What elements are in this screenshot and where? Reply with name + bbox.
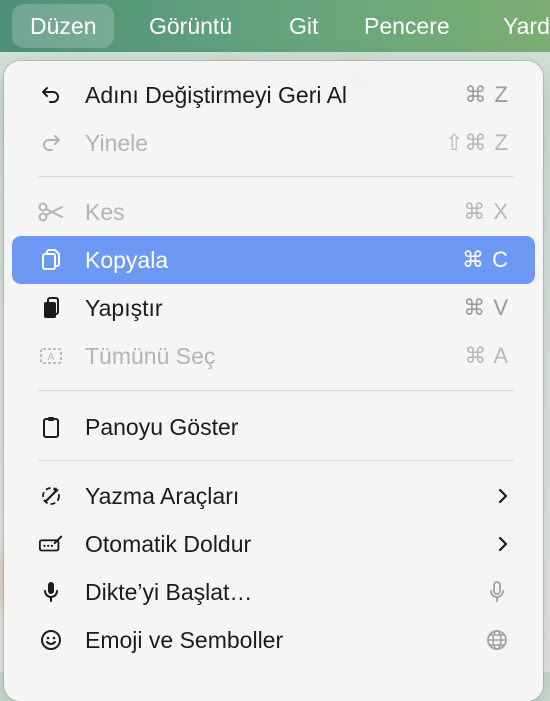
microphone-icon xyxy=(485,580,509,604)
menu-item-emoji-symbols[interactable]: Emoji ve Semboller xyxy=(12,616,535,664)
menu-item-label: Dikte’yi Başlat… xyxy=(85,579,253,605)
menubar-item-window[interactable]: Pencere xyxy=(364,0,450,52)
menu-item-shortcut: ⌘ A xyxy=(464,343,509,368)
edit-menu: Adını Değiştirmeyi Geri Al ⌘ Z Yinele ⇧⌘… xyxy=(4,61,543,701)
menu-item-start-dictation[interactable]: Dikte’yi Başlat… xyxy=(12,568,535,616)
paste-icon xyxy=(38,296,64,320)
menu-item-autofill[interactable]: Otomatik Doldur xyxy=(12,520,535,568)
clipboard-icon xyxy=(38,415,64,439)
undo-icon xyxy=(38,83,64,107)
menubar-item-edit[interactable]: Düzen xyxy=(12,4,115,48)
menu-item-label: Panoyu Göster xyxy=(85,414,239,440)
menu-item-label: Adını Değiştirmeyi Geri Al xyxy=(85,82,348,108)
microphone-icon xyxy=(38,580,64,604)
menu-item-paste[interactable]: Yapıştır ⌘ V xyxy=(12,284,535,332)
menu-item-shortcut: ⌘ Z xyxy=(464,82,509,107)
globe-icon xyxy=(485,628,509,652)
menu-item-label: Emoji ve Semboller xyxy=(85,627,284,653)
menu-item-undo[interactable]: Adını Değiştirmeyi Geri Al ⌘ Z xyxy=(12,71,535,119)
menu-item-label: Otomatik Doldur xyxy=(85,531,252,557)
menu-item-redo[interactable]: Yinele ⇧⌘ Z xyxy=(12,119,535,167)
menu-item-label: Kes xyxy=(85,199,125,225)
menubar-item-view[interactable]: Görüntü xyxy=(149,0,232,52)
menu-item-label: Yazma Araçları xyxy=(85,483,240,509)
menu-separator xyxy=(38,176,514,177)
scissors-icon xyxy=(38,200,64,224)
menubar-item-go[interactable]: Git xyxy=(289,0,318,52)
menu-item-label: Yapıştır xyxy=(85,295,163,321)
menu-item-shortcut: ⌘ C xyxy=(462,247,509,272)
menu-item-shortcut: ⇧⌘ Z xyxy=(445,130,509,155)
menu-separator xyxy=(38,460,514,461)
select-all-icon: A xyxy=(38,344,64,368)
menu-bar: Düzen Görüntü Git Pencere Yardım xyxy=(0,0,550,52)
svg-text:A: A xyxy=(48,352,55,363)
menu-item-label: Kopyala xyxy=(85,247,169,273)
menu-item-copy[interactable]: Kopyala ⌘ C xyxy=(12,236,535,284)
redo-icon xyxy=(38,131,64,155)
menu-item-show-clipboard[interactable]: Panoyu Göster xyxy=(12,403,535,451)
menu-item-label: Tümünü Seç xyxy=(85,343,216,369)
menu-item-writing-tools[interactable]: Yazma Araçları xyxy=(12,472,535,520)
copy-icon xyxy=(38,248,64,272)
writing-tools-icon xyxy=(38,484,64,508)
menu-separator xyxy=(38,390,514,391)
menu-item-shortcut: ⌘ V xyxy=(463,295,509,320)
emoji-icon xyxy=(38,628,64,652)
chevron-right-icon xyxy=(493,486,513,506)
menu-item-cut[interactable]: Kes ⌘ X xyxy=(12,188,535,236)
chevron-right-icon xyxy=(493,534,513,554)
menu-item-select-all[interactable]: A Tümünü Seç ⌘ A xyxy=(12,332,535,380)
menubar-item-help[interactable]: Yardım xyxy=(503,0,550,52)
autofill-icon xyxy=(38,532,64,556)
menu-item-shortcut: ⌘ X xyxy=(463,199,509,224)
menu-item-label: Yinele xyxy=(85,130,149,156)
